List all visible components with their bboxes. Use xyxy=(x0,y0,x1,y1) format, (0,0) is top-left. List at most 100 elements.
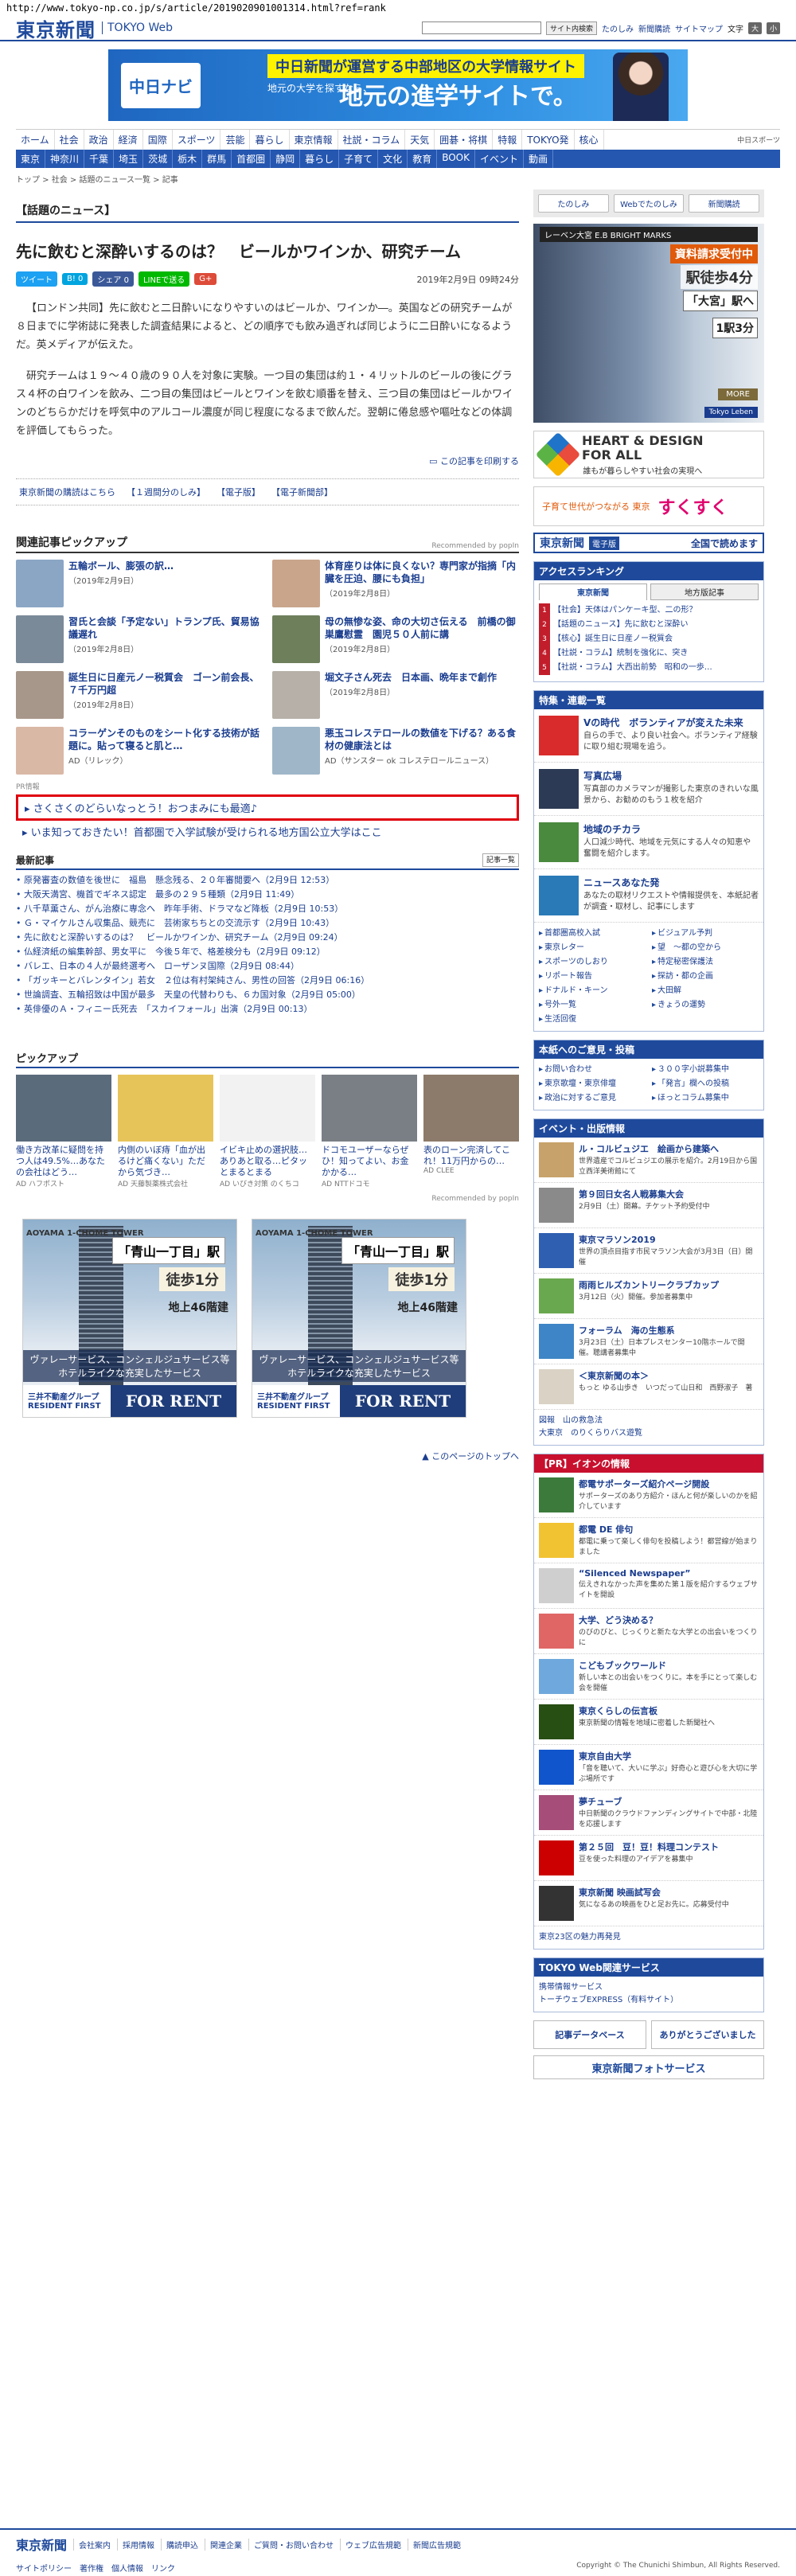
service-link[interactable]: 「発言」欄への投稿 xyxy=(652,1078,759,1091)
nav-item-secondary[interactable]: 東京 xyxy=(16,150,46,168)
top-ad-banner[interactable]: 中日ナビ 中日新聞が運営する中部地区の大学情報サイト 地元の大学を探すなら、 地… xyxy=(108,49,688,121)
related-item[interactable]: 母の無惨な姿、命の大切さ伝える 前橋の御巣鷹慰霊 園児５０人前に講 （2019年2… xyxy=(272,615,519,663)
ranking-item[interactable]: 3 【核心】誕生日に日産ノー税質会 xyxy=(539,632,759,646)
latest-item[interactable]: 八千草薫さん、がん治療に専念へ 昨年手術、ドラマなど降板（2月9日 10:53） xyxy=(16,902,519,916)
ion-item[interactable]: 東京新聞 映画試写会 気になるあの映画をひと足お先に。応募受付中 xyxy=(534,1881,763,1926)
nav-item-secondary[interactable]: 静岡 xyxy=(271,150,301,168)
search-button[interactable]: サイト内検索 xyxy=(545,21,597,35)
nav-item-secondary[interactable]: 茨城 xyxy=(143,150,174,168)
footer-link[interactable]: 新聞広告規範 xyxy=(408,2538,461,2551)
related-title[interactable]: 体育座りは体に良くない？専門家が指摘「内臓を圧迫、腰にも負担」 xyxy=(325,560,519,585)
ranking-item[interactable]: 4 【社説・コラム】統制を強化に、突き xyxy=(539,646,759,661)
nav-item-secondary[interactable]: 文化 xyxy=(378,150,408,168)
feature-link[interactable]: リポート報告 xyxy=(539,970,646,983)
nav-item-secondary[interactable]: イベント xyxy=(475,150,524,168)
events-link[interactable]: 図報 山の救急法 xyxy=(539,1415,759,1427)
related-item[interactable]: コラーゲンそのものをシート化する技術が話題に。貼って寝ると肌と… AD（リレック） xyxy=(16,727,263,775)
nav-item-primary[interactable]: 社説・コラム xyxy=(338,130,406,150)
feature-link[interactable]: ビジュアル予判 xyxy=(652,927,759,940)
latest-item[interactable]: Ｇ・マイケルさん収集品、競売に 芸術家ちちとの交流示す（2月9日 10:43） xyxy=(16,916,519,931)
service-link[interactable]: ３００字小説募集中 xyxy=(652,1064,759,1076)
service-link[interactable]: お問い合わせ xyxy=(539,1064,646,1076)
related-title[interactable]: コラーゲンそのものをシート化する技術が話題に。貼って寝ると肌と… xyxy=(68,727,263,752)
latest-item[interactable]: 「ガッキーとバレンタイン」若女 ２位は有村架純さん、男性の回答（2月9日 06:… xyxy=(16,974,519,988)
nav-item-primary[interactable]: 東京情報 xyxy=(290,130,338,150)
footer-link-secondary[interactable]: サイトポリシー xyxy=(16,2565,72,2574)
event-item[interactable]: 雨雨ヒルズカントリークラブカップ 3月12日（火）開催。参加者募集中 xyxy=(534,1274,763,1319)
related-title[interactable]: 悪玉コレステロールの数値を下げる？ある食材の健康法とは xyxy=(325,727,519,752)
nav-item-primary[interactable]: 核心 xyxy=(575,130,604,150)
related-title[interactable]: 母の無惨な姿、命の大切さ伝える 前橋の御巣鷹慰霊 園児５０人前に講 xyxy=(325,615,519,641)
ion-footer-link[interactable]: 東京23区の魅力再発見 xyxy=(539,1931,759,1944)
latest-item[interactable]: 原発審査の数値を後世に 福島 懸念残る、２０年審閲要へ（2月9日 12:53） xyxy=(16,873,519,888)
ion-item[interactable]: 大学、どう決める？ のびのびと、じっくりと新たな大学との出会いをつくりに xyxy=(534,1609,763,1654)
latest-item[interactable]: 世論調査、五輪招致は中国が最多 天皇の代替わりも、６カ国対象（2月9日 05:0… xyxy=(16,988,519,1002)
ion-item[interactable]: 夢チューブ 中日新聞のクラウドファンディングサイトで中部・北陸を応援します xyxy=(534,1790,763,1836)
pickup-item[interactable]: 内側のいぼ痔「血が出るけど痛くない」ただから気づき… AD 天藤製薬株式会社 xyxy=(118,1075,213,1188)
header-link-sitemap[interactable]: サイトマップ xyxy=(675,22,723,34)
related-title[interactable]: 五輪ボール、膨張の訳… xyxy=(68,560,174,572)
sukusuku-banner[interactable]: 子育て世代がつながる 東京 すくすく xyxy=(533,486,764,526)
service-link[interactable]: ほっとコラム募集中 xyxy=(652,1092,759,1105)
nav-item-secondary[interactable]: 神奈川 xyxy=(45,150,85,168)
latest-item[interactable]: 英俳優のＡ・フィニー氏死去 「スカイフォール」出演（2月9日 00:13） xyxy=(16,1002,519,1017)
related-title[interactable]: 誕生日に日産元ノー税質会 ゴーン前会長、７千万円超 xyxy=(68,671,263,697)
nav-chunichi-sports[interactable]: 中日スポーツ xyxy=(737,130,780,150)
related-item[interactable]: 五輪ボール、膨張の訳… （2019年2月9日） xyxy=(16,560,263,607)
sub-link-denshi-club[interactable]: 【電子新聞部】 xyxy=(271,486,333,498)
sub-link-tanoshimi[interactable]: 【１週間分のしみ】 xyxy=(127,486,205,498)
nav-item-primary[interactable]: 国際 xyxy=(143,130,173,150)
photo-service-banner[interactable]: 東京新聞フォトサービス xyxy=(533,2055,764,2079)
footer-link-secondary[interactable]: リンク xyxy=(151,2565,175,2574)
feature-link[interactable]: 号外一覧 xyxy=(539,999,646,1012)
header-link-subscribe[interactable]: 新聞購読 xyxy=(638,22,670,34)
feature-item[interactable]: 写真広場 写真部のカメラマンが撮影した東京のきれいな風景から、お勧めのもう１枚を紹… xyxy=(534,763,763,816)
feature-link[interactable]: きょうの運勢 xyxy=(652,999,759,1012)
nav-item-primary[interactable]: 経済 xyxy=(114,130,143,150)
tab-tokyo[interactable]: 東京新聞 xyxy=(539,584,647,600)
nav-item-secondary[interactable]: BOOK xyxy=(437,150,475,168)
tab-local[interactable]: 地方版記事 xyxy=(650,584,759,600)
nav-item-primary[interactable]: 特報 xyxy=(493,130,523,150)
feature-item[interactable]: 地域のチカラ 人口減少時代、地域を元気にする人々の知恵や奮闘を紹介します。 xyxy=(534,816,763,869)
footer-link[interactable]: 採用情報 xyxy=(117,2538,154,2551)
ion-item[interactable]: “Silenced Newspaper” 伝えきれなかった声を集めた第１版を紹介す… xyxy=(534,1563,763,1609)
nav-item-primary[interactable]: 暮らし xyxy=(250,130,290,150)
feature-link[interactable]: スポーツのしおり xyxy=(539,956,646,969)
related-title[interactable]: 習氏と会談「予定ない」トランプ氏、貿易協議遅れ xyxy=(68,615,263,641)
latest-item[interactable]: バレエ、日本の４人が最終選考へ ローザンヌ国際（2月9日 08:44） xyxy=(16,959,519,974)
header-link-tanoshimi[interactable]: たのしみ xyxy=(602,22,634,34)
nav-item-primary[interactable]: 政治 xyxy=(84,130,114,150)
nav-item-secondary[interactable]: 埼玉 xyxy=(114,150,144,168)
line-share-button[interactable]: LINEで送る xyxy=(138,271,190,287)
pickup-item[interactable]: 働き方改革に疑問を持つ人は49.5%…あなたの会社はどう… AD ハフポスト xyxy=(16,1075,111,1188)
site-logo[interactable]: 東京新聞 xyxy=(16,14,96,42)
building-ad[interactable]: レーベン大宮 E.B BRIGHT MARKS 資料請求受付中 駅徒歩4分 「大… xyxy=(533,224,764,423)
event-item[interactable]: ＜東京新聞の本＞ もっと ゆる山歩き いつだって山日和 西野淑子 著 xyxy=(534,1364,763,1410)
ion-item[interactable]: 東京自由大学 「音を聴いて、大いに学ぶ」好奇心と遊び心を大切に学ぶ場所です xyxy=(534,1745,763,1790)
event-item[interactable]: 第９回日女名人戦募集大会 2月9日（土）開幕。チケット予約受付中 xyxy=(534,1183,763,1228)
heart-design-banner[interactable]: HEART & DESIGN FOR ALL 誰もが暮らしやすい社会の実現へ xyxy=(533,431,764,478)
latest-item[interactable]: 仏経済紙の編集幹部、男女平に 今後５年で、格差検分も（2月9日 09:12） xyxy=(16,945,519,959)
square-ad[interactable]: AOYAMA 1-CHOME TOWER 「青山一丁目」駅 徒歩1分 地上46階… xyxy=(252,1219,466,1418)
related-item[interactable]: 誕生日に日産元ノー税質会 ゴーン前会長、７千万円超 （2019年2月8日） xyxy=(16,671,263,719)
footer-link[interactable]: ご質問・お問い合わせ xyxy=(248,2538,334,2551)
site-logo-web[interactable]: TOKYO Web xyxy=(102,21,173,34)
square-ad[interactable]: AOYAMA 1-CHOME TOWER 「青山一丁目」駅 徒歩1分 地上46階… xyxy=(22,1219,237,1418)
article-database-banner[interactable]: 記事データベース xyxy=(533,2020,646,2049)
ion-item[interactable]: 都電サポーターズ紹介ページ開設 サポーターズのあり方紹介・ほんと何が楽しいのかを紹… xyxy=(534,1473,763,1518)
web-service-link[interactable]: トーチウェブEXPRESS（有料サイト） xyxy=(539,1994,759,2007)
feature-link[interactable]: 望 ～都の空から xyxy=(652,942,759,954)
event-item[interactable]: ル・コルビュジエ 絵画から建築へ 世界遺産でコルビュジエの展示を紹介。2月19日か… xyxy=(534,1138,763,1183)
ranking-item[interactable]: 1 【社会】天体はパンケーキ型、二の形？ xyxy=(539,603,759,618)
related-item[interactable]: 習氏と会談「予定ない」トランプ氏、貿易協議遅れ （2019年2月8日） xyxy=(16,615,263,663)
latest-item[interactable]: 先に飲むと深酔いするのは？ ビールかワインか、研究チーム（2月9日 09:24） xyxy=(16,931,519,945)
tweet-button[interactable]: ツイート xyxy=(16,271,57,287)
related-item[interactable]: 堀文子さん死去 日本画、晩年まで創作 （2019年2月8日） xyxy=(272,671,519,719)
ion-item[interactable]: こどもブックワールド 新しい本との出会いをつくりに。本を手にとって楽しむ会を開催 xyxy=(534,1654,763,1700)
nav-item-primary[interactable]: 社会 xyxy=(55,130,84,150)
nav-item-secondary[interactable]: 群馬 xyxy=(202,150,232,168)
sub-link-subscribe[interactable]: 東京新聞の購読はこちら xyxy=(19,486,115,498)
feature-item[interactable]: ニュースあなた発 あなたの取材リクエストや情報提供を、本紙記者が調査・取材し、記事… xyxy=(534,869,763,923)
event-item[interactable]: フォーラム 海の生態系 3月23日（土）日本プレスセンター10階ホールで開催。聴講… xyxy=(534,1319,763,1364)
